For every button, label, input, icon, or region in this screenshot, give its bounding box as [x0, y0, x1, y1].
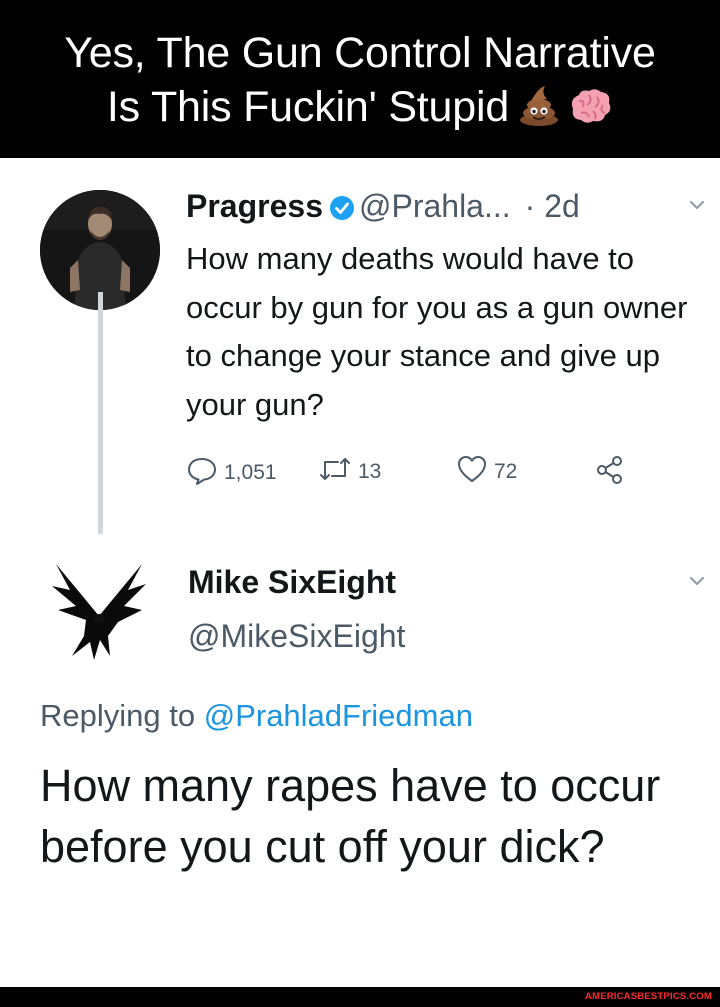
tweet-text: How many deaths would have to occur by g… — [186, 241, 688, 422]
verified-badge-icon — [329, 190, 355, 230]
retweet-icon — [318, 454, 358, 490]
reply-icon — [186, 454, 224, 492]
author-name[interactable]: Pragress — [186, 188, 323, 224]
avatar[interactable] — [44, 556, 154, 666]
chevron-down-icon[interactable] — [686, 570, 708, 597]
caption-line-2-row: Is This Fuckin' Stupid — [0, 80, 720, 140]
footer-bar: AMERICASBESTPICS.COM — [0, 987, 720, 1007]
share-icon — [594, 454, 632, 492]
like-button[interactable]: 72 — [456, 454, 517, 490]
watermark: AMERICASBESTPICS.COM — [585, 991, 712, 1002]
retweet-button[interactable]: 13 — [318, 454, 381, 490]
retweet-count: 13 — [358, 460, 382, 483]
brain-icon — [567, 86, 613, 140]
author-name[interactable]: Mike SixEight — [188, 562, 396, 602]
tweet-text: How many rapes have to occur before you … — [40, 760, 661, 872]
reply-count: 1,051 — [224, 461, 277, 484]
heart-icon — [456, 454, 494, 490]
caption-line-2: Is This Fuckin' Stupid — [106, 83, 510, 131]
pile-of-poo-icon — [517, 83, 561, 140]
chevron-down-icon[interactable] — [686, 194, 708, 221]
replying-to: Replying to @PrahladFriedman — [40, 696, 473, 736]
thread-connector — [98, 292, 103, 534]
timestamp[interactable]: · 2d — [525, 188, 580, 224]
like-count: 72 — [494, 460, 518, 483]
caption-line-1: Yes, The Gun Control Narrative — [64, 29, 656, 77]
reply-button[interactable]: 1,051 — [186, 454, 277, 492]
author-handle[interactable]: @Prahla... — [359, 188, 511, 224]
tweet-actions: 1,051 13 72 — [186, 454, 666, 498]
tweet-header: Pragress @Prahla... · 2d — [186, 186, 580, 230]
replying-handle-link[interactable]: @PrahladFriedman — [204, 698, 473, 733]
caption-banner: Yes, The Gun Control Narrative Is This F… — [0, 0, 720, 158]
author-handle[interactable]: @MikeSixEight — [188, 616, 405, 656]
share-button[interactable] — [594, 454, 632, 492]
replying-prefix: Replying to — [40, 698, 204, 733]
